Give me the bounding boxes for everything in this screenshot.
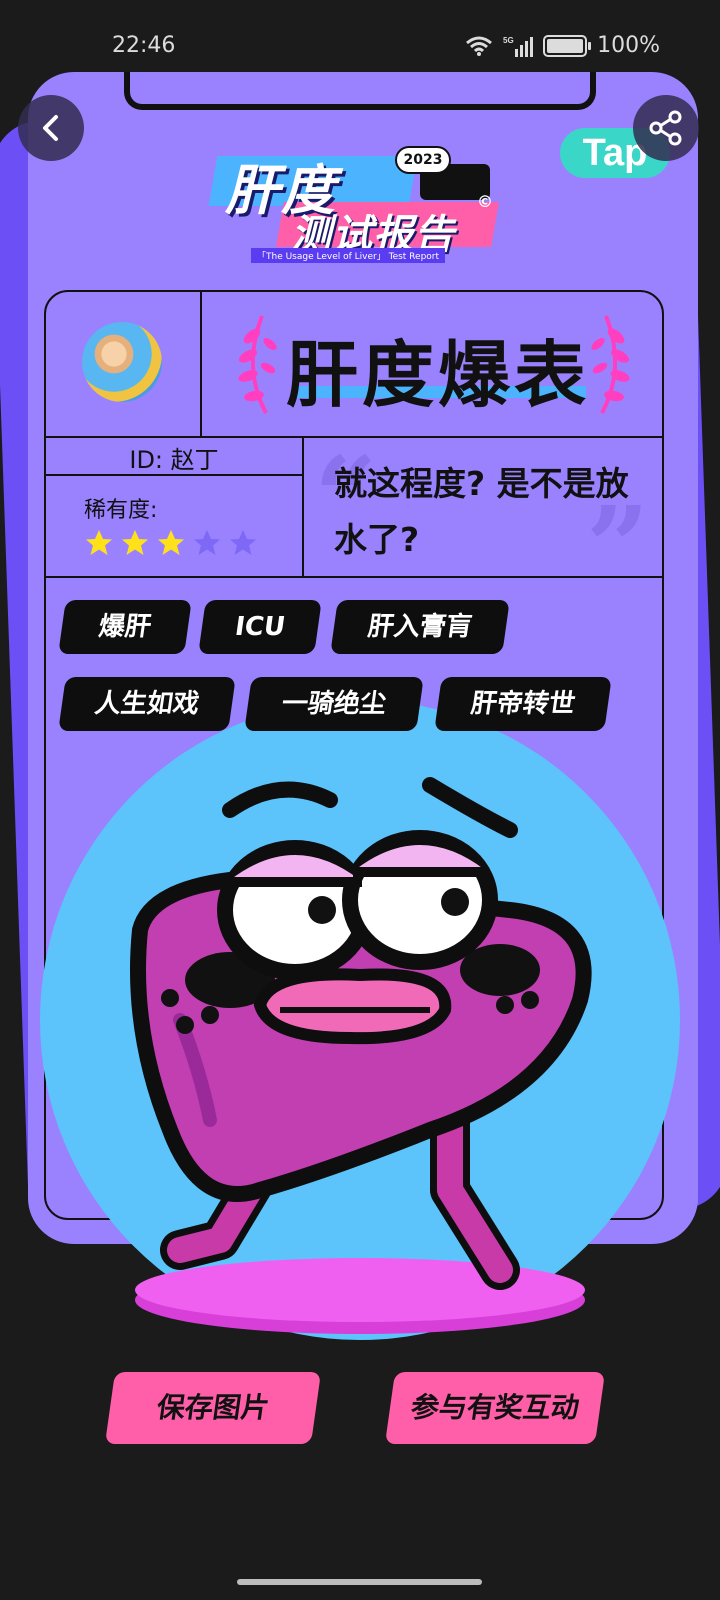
quote-text: 就这程度? 是不是放水了?: [334, 464, 629, 559]
save-image-button[interactable]: 保存图片: [104, 1372, 322, 1444]
star-empty-icon: [230, 530, 256, 555]
tag: 肝入膏肓: [330, 600, 510, 654]
tag: 肝帝转世: [434, 677, 612, 731]
level-title: 肝度爆表: [286, 333, 591, 417]
signal-icon: 5G: [503, 36, 534, 57]
star-empty-icon: [194, 530, 220, 555]
network-label: 5G: [503, 36, 514, 45]
rarity-label: 稀有度:: [84, 498, 158, 523]
star-filled-icon: [158, 530, 184, 555]
wifi-icon: [466, 36, 493, 56]
report-logo: 肝度 2023 测试报告 © 「The Usage Level of Liver…: [205, 140, 505, 270]
join-interaction-button[interactable]: 参与有奖互动: [384, 1372, 606, 1444]
status-time: 22:46: [112, 33, 176, 58]
logo-year: 2023: [395, 146, 451, 174]
tag: ICU: [198, 600, 322, 654]
share-button[interactable]: [633, 95, 699, 161]
liver-mascot-illustration: [130, 777, 592, 1334]
star-filled-icon: [122, 530, 148, 555]
card-notch: [124, 72, 596, 110]
logo-subtitle: 「The Usage Level of Liver」 Test Report: [251, 248, 446, 263]
share-icon: [649, 110, 682, 146]
rarity-stars: [84, 528, 258, 558]
user-id: ID: 赵丁: [129, 446, 219, 474]
chevron-left-icon: [43, 115, 58, 141]
status-icons: 5G 100%: [465, 33, 660, 58]
avatar: [82, 322, 162, 402]
home-indicator[interactable]: [237, 1579, 482, 1585]
logo-copyright: ©: [477, 192, 493, 211]
battery-percent: 100%: [597, 33, 660, 58]
star-filled-icon: [86, 530, 112, 555]
back-button[interactable]: [18, 95, 84, 161]
tag: 一骑绝尘: [244, 677, 424, 731]
laurel-right-icon: [591, 315, 630, 414]
battery-icon: [543, 34, 592, 57]
tag: 人生如戏: [58, 677, 236, 731]
tag: 爆肝: [58, 600, 192, 654]
laurel-left-icon: [238, 315, 277, 414]
